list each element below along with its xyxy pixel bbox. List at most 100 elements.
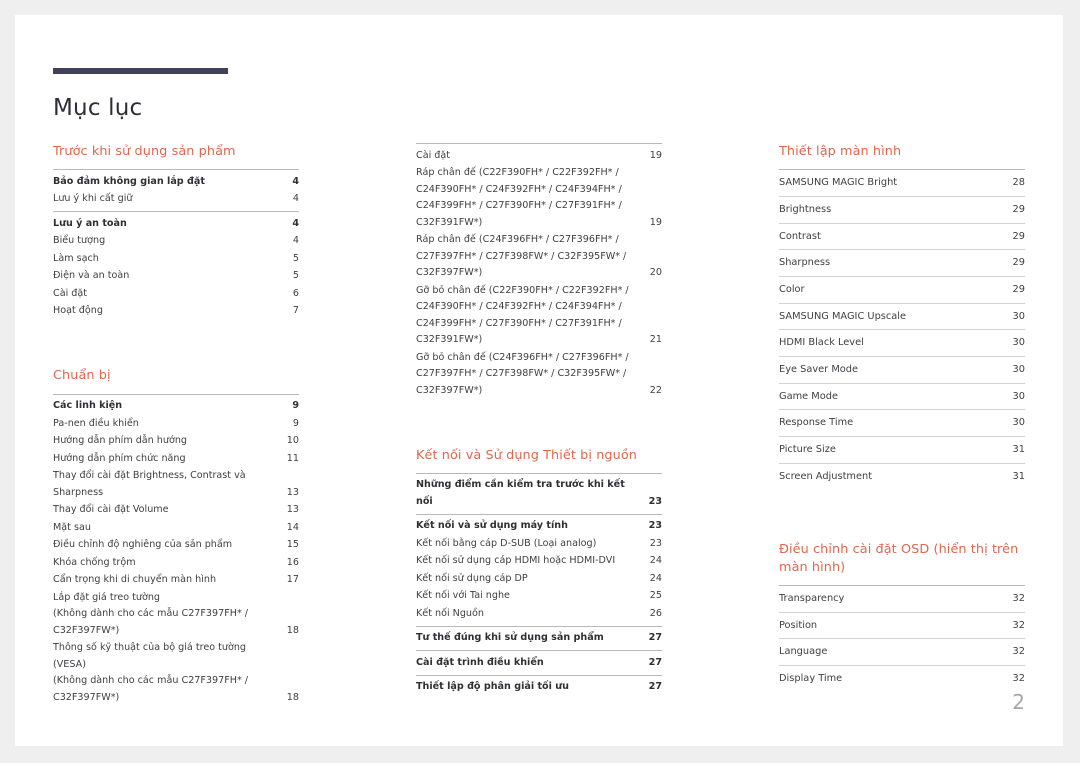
toc-group: Lưu ý an toàn 4 Biểu tượng 4 Làm sạch 5 Điện v… — [53, 211, 299, 323]
toc-entry[interactable]: Thay đổi cài đặt Brightness, Contrast và… — [53, 468, 299, 502]
toc-group: Các linh kiện 9 Pa-nen điều khiển 9 Hướng dẫ… — [53, 393, 299, 710]
toc-entry-label: Những điểm cần kiểm tra trước khi kết nố… — [416, 479, 625, 507]
toc-group: Những điểm cần kiểm tra trước khi kết nố… — [416, 472, 662, 514]
toc-entry[interactable]: Thông số kỹ thuật của bộ giá treo tường … — [53, 640, 299, 707]
toc-entry[interactable]: Lưu ý an toàn 4 — [53, 215, 299, 233]
toc-entry[interactable]: Pa-nen điều khiển 9 — [53, 415, 299, 433]
toc-entry-page: 23 — [648, 520, 662, 532]
toc-entry[interactable]: Sharpness 29 — [779, 249, 1025, 276]
toc-entry-page: 10 — [286, 435, 299, 447]
toc-entry-label: Position — [779, 619, 818, 631]
toc-entry-page: 32 — [1012, 646, 1025, 658]
toc-entry[interactable]: Ráp chân đế (C22F390FH* / C22F392FH* / C… — [416, 165, 662, 232]
toc-entry-page: 5 — [292, 270, 299, 282]
toc-entry-page: 27 — [648, 632, 662, 644]
toc-entry-page: 24 — [649, 555, 662, 567]
toc-entry[interactable]: Game Mode 30 — [779, 382, 1025, 410]
toc-entry-label: Lưu ý an toàn — [53, 217, 127, 229]
toc-entry[interactable]: Lưu ý khi cất giữ 4 — [53, 191, 299, 209]
toc-entry-label: Cài đặt — [416, 149, 451, 161]
toc-entry[interactable]: Hoạt động 7 — [53, 303, 299, 321]
toc-entry[interactable]: SAMSUNG MAGIC Bright 28 — [779, 170, 1025, 196]
toc-entry[interactable]: Cài đặt trình điều khiển 27 — [416, 654, 662, 672]
toc-entry-page: 18 — [286, 624, 299, 636]
toc-entry[interactable]: Gỡ bỏ chân đế (C24F396FH* / C27F396FH* /… — [416, 349, 662, 400]
toc-entry[interactable]: Mặt sau 14 — [53, 519, 299, 537]
toc-section: Trước khi sử dụng sản phẩm Bảo đảm không … — [53, 143, 299, 323]
toc-group: Tư thế đúng khi sử dụng sản phẩm 27 — [416, 625, 662, 651]
toc-entry-label: Lưu ý khi cất giữ — [53, 193, 133, 205]
toc-entry[interactable]: Hướng dẫn phím dẫn hướng 10 — [53, 433, 299, 451]
toc-entry[interactable]: Eye Saver Mode 30 — [779, 355, 1025, 383]
page-title: Mục lục — [53, 95, 143, 122]
toc-entry-page: 11 — [286, 452, 299, 464]
toc-entry[interactable]: Khóa chống trộm 16 — [53, 554, 299, 572]
toc-entry-page: 29 — [1012, 283, 1025, 295]
toc-entry-page: 16 — [286, 556, 299, 568]
toc-entry[interactable]: Thay đổi cài đặt Volume 13 — [53, 502, 299, 520]
toc-entry-label: Brightness — [779, 203, 832, 215]
toc-entry[interactable]: Gỡ bỏ chân đế (C22F390FH* / C22F392FH* /… — [416, 282, 662, 349]
toc-entry[interactable]: Lắp đặt giá treo tường (Không dành cho c… — [53, 589, 299, 640]
toc-entry[interactable]: Screen Adjustment 31 — [779, 462, 1025, 490]
toc-entry[interactable]: Kết nối sử dụng cáp DP 24 — [416, 570, 662, 588]
toc-entry[interactable]: Làm sạch 5 — [53, 250, 299, 268]
toc-entry[interactable]: Kết nối và sử dụng máy tính 23 — [416, 518, 662, 536]
toc-entry[interactable]: Transparency 32 — [779, 586, 1025, 612]
toc-entry-page: 23 — [649, 537, 662, 549]
toc-entry[interactable]: Color 29 — [779, 275, 1025, 303]
toc-group: Kết nối và sử dụng máy tính 23 Kết nối bằn… — [416, 513, 662, 626]
toc-entry-label: Điều chỉnh độ nghiêng của sản phẩm — [53, 539, 233, 551]
toc-entry[interactable]: Bảo đảm không gian lắp đặt 4 — [53, 173, 299, 191]
toc-entry-label: Hướng dẫn phím chức năng — [53, 452, 186, 464]
toc-group: Thiết lập độ phân giải tối ưu 27 — [416, 674, 662, 700]
section-heading: Điều chỉnh cài đặt OSD (hiển thị trên mà… — [779, 542, 1019, 575]
toc-entry[interactable]: Cẩn trọng khi di chuyển màn hình 17 — [53, 572, 299, 590]
toc-entry[interactable]: Điều chỉnh độ nghiêng của sản phẩm 15 — [53, 537, 299, 555]
toc-entry-label: Transparency — [779, 592, 845, 604]
toc-entry[interactable]: Kết nối Nguồn 26 — [416, 605, 662, 623]
toc-entry[interactable]: Điện và an toàn 5 — [53, 268, 299, 286]
toc-entry[interactable]: Cài đặt 6 — [53, 285, 299, 303]
toc-entry[interactable]: Tư thế đúng khi sử dụng sản phẩm 27 — [416, 630, 662, 648]
toc-entry-label: Làm sạch — [53, 252, 99, 264]
toc-entry[interactable]: Kết nối với Tai nghe 25 — [416, 588, 662, 606]
toc-entry[interactable]: Picture Size 31 — [779, 435, 1025, 463]
toc-entry-page: 24 — [649, 572, 662, 584]
toc-entry-label: Color — [779, 283, 805, 295]
toc-entry-page: 29 — [1012, 257, 1025, 269]
toc-entry[interactable]: Response Time 30 — [779, 409, 1025, 436]
toc-entry[interactable]: Hướng dẫn phím chức năng 11 — [53, 450, 299, 468]
toc-entry[interactable]: Kết nối bằng cáp D-SUB (Loại analog) 23 — [416, 535, 662, 553]
toc-entry[interactable]: Position 32 — [779, 611, 1025, 639]
column-right: Thiết lập màn hình SAMSUNG MAGIC Bright 28… — [779, 143, 1025, 710]
column-left: Trước khi sử dụng sản phẩm Bảo đảm không … — [53, 143, 299, 710]
toc-entry-label: Kết nối sử dụng cáp DP — [416, 572, 528, 584]
toc-entry-page: 22 — [649, 384, 662, 396]
toc-entry[interactable]: Thiết lập độ phân giải tối ưu 27 — [416, 679, 662, 697]
toc-entry[interactable]: SAMSUNG MAGIC Upscale 30 — [779, 302, 1025, 330]
toc-entry[interactable]: Những điểm cần kiểm tra trước khi kết nố… — [416, 477, 662, 511]
toc-entry-page: 4 — [292, 193, 299, 205]
toc-entry-page: 20 — [649, 267, 662, 278]
toc-entry[interactable]: Display Time 32 — [779, 664, 1025, 692]
toc-entry[interactable]: Ráp chân đế (C24F396FH* / C27F396FH* / C… — [416, 232, 662, 283]
toc-entry-label: Picture Size — [779, 443, 836, 455]
toc-entry[interactable]: HDMI Black Level 30 — [779, 329, 1025, 356]
toc-entry[interactable]: Cài đặt 19 — [416, 147, 662, 165]
toc-entry[interactable]: Contrast 29 — [779, 222, 1025, 250]
toc-entry-page: 4 — [292, 217, 299, 229]
toc-entry[interactable]: Kết nối sử dụng cáp HDMI hoặc HDMI-DVI 24 — [416, 553, 662, 571]
toc-entry-page: 7 — [292, 305, 299, 317]
section-heading: Kết nối và Sử dụng Thiết bị nguồn — [416, 447, 638, 463]
toc-entry-page: 5 — [292, 252, 299, 264]
toc-entry[interactable]: Biểu tượng 4 — [53, 233, 299, 251]
toc-entry-label: Cẩn trọng khi di chuyển màn hình — [53, 574, 217, 586]
toc-entry-page: 27 — [648, 681, 662, 693]
toc-entry-page: 30 — [1012, 337, 1025, 349]
toc-entry[interactable]: Brightness 29 — [779, 195, 1025, 223]
toc-entry[interactable]: Các linh kiện 9 — [53, 398, 299, 416]
toc-entry-page: 28 — [1012, 177, 1025, 189]
toc-entry[interactable]: Language 32 — [779, 638, 1025, 665]
toc-entry-label: Cài đặt — [53, 287, 88, 299]
